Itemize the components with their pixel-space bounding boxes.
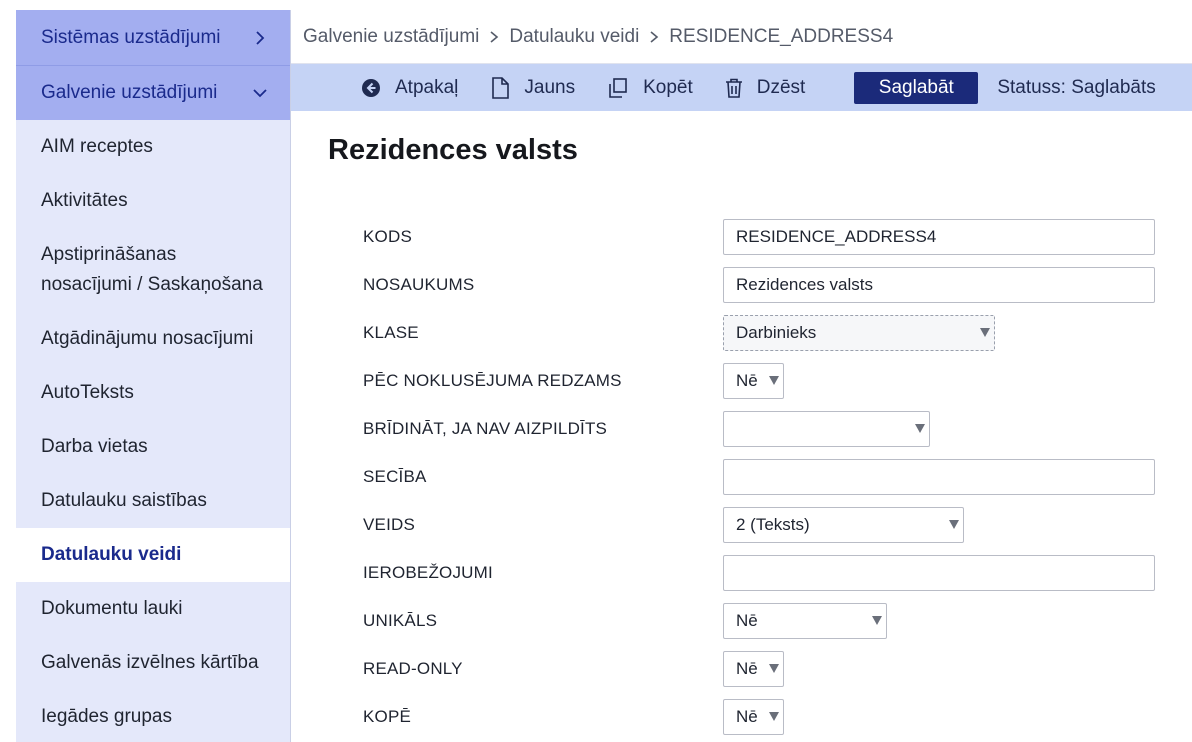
sidebar-section-label: Galvenie uzstādījumi <box>41 82 218 103</box>
page-title: Rezidences valsts <box>328 134 578 166</box>
sidebar-item-approval-conditions[interactable]: Apstiprināšanas nosacījumi / Saskaņošana <box>16 228 290 312</box>
chevron-right-icon <box>490 30 499 43</box>
sidebar-item-datafield-links[interactable]: Datulauku saistības <box>16 474 290 528</box>
sidebar-item-label: Darba vietas <box>41 436 148 457</box>
sidebar-item-workplaces[interactable]: Darba vietas <box>16 420 290 474</box>
dropdown-arrow-icon <box>769 376 779 385</box>
sidebar-item-activities[interactable]: Aktivitātes <box>16 174 290 228</box>
copy-button[interactable]: Kopēt <box>607 77 693 99</box>
field-label-class: KLASE <box>363 323 419 342</box>
breadcrumb: Galvenie uzstādījumi Datulauku veidi RES… <box>291 10 1192 64</box>
back-button[interactable]: Atpakaļ <box>361 77 458 99</box>
top-strip <box>0 0 1192 10</box>
chevron-right-icon <box>650 30 659 43</box>
status-text: Statuss: Saglabāts <box>997 76 1156 98</box>
delete-button[interactable]: Dzēst <box>725 76 806 99</box>
new-document-icon <box>492 76 510 99</box>
class-select[interactable]: Darbinieks <box>723 315 995 351</box>
unique-select-value: Nē <box>736 611 758 630</box>
field-label-order: SECĪBA <box>363 467 427 486</box>
new-label: Jauns <box>524 76 576 98</box>
sidebar-item-reminder-conditions[interactable]: Atgādinājumu nosacījumi <box>16 312 290 366</box>
field-label-name: NOSAUKUMS <box>363 275 475 294</box>
dropdown-arrow-icon <box>980 328 990 337</box>
read-only-select[interactable]: Nē <box>723 651 784 687</box>
dropdown-arrow-icon <box>915 424 925 433</box>
type-select[interactable]: 2 (Teksts) <box>723 507 964 543</box>
sidebar-item-label: Atgādinājumu nosacījumi <box>41 328 254 349</box>
sidebar-item-purchase-groups[interactable]: Iegādes grupas <box>16 690 290 742</box>
sidebar-item-label: Datulauku saistības <box>41 490 207 511</box>
sidebar-item-label: Dokumentu lauki <box>41 598 183 619</box>
sidebar-section-main-settings[interactable]: Galvenie uzstādījumi <box>16 65 290 120</box>
sidebar-item-label: Galvenās izvēlnes kārtība <box>41 652 259 673</box>
sidebar-item-label: Aktivitātes <box>41 190 128 211</box>
sidebar-item-label: AutoTeksts <box>41 382 134 403</box>
read-only-select-value: Nē <box>736 659 758 678</box>
sidebar-item-label: Datulauku veidi <box>41 544 182 565</box>
unique-select[interactable]: Nē <box>723 603 887 639</box>
type-select-value: 2 (Teksts) <box>736 515 810 534</box>
breadcrumb-item-current: RESIDENCE_ADDRESS4 <box>669 25 894 47</box>
sidebar-item-main-menu-order[interactable]: Galvenās izvēlnes kārtība <box>16 636 290 690</box>
dropdown-arrow-icon <box>872 616 882 625</box>
field-label-default-visible: PĒC NOKLUSĒJUMA REDZAMS <box>363 371 622 390</box>
field-label-copy: KOPĒ <box>363 707 412 726</box>
field-label-warn-if-empty: BRĪDINĀT, JA NAV AIZPILDĪTS <box>363 419 608 438</box>
class-select-value: Darbinieks <box>736 323 817 342</box>
default-visible-select[interactable]: Nē <box>723 363 784 399</box>
dropdown-arrow-icon <box>769 712 779 721</box>
breadcrumb-item[interactable]: Datulauku veidi <box>509 26 639 48</box>
arrow-left-circle-icon <box>362 78 380 97</box>
order-input[interactable] <box>723 459 1155 495</box>
new-button[interactable]: Jauns <box>490 77 575 99</box>
toolbar: Atpakaļ Jauns Kopēt Dzēst Saglabāt Statu… <box>291 64 1192 111</box>
copy-select-value: Nē <box>736 707 758 726</box>
field-label-restrictions: IEROBEŽOJUMI <box>363 563 493 582</box>
sidebar-item-document-fields[interactable]: Dokumentu lauki <box>16 582 290 636</box>
copy-icon <box>609 77 627 98</box>
field-label-read-only: READ-ONLY <box>363 659 463 678</box>
sidebar-item-label: AIM receptes <box>41 136 153 157</box>
back-label: Atpakaļ <box>395 76 459 98</box>
sidebar: Sistēmas uzstādījumi Galvenie uzstādījum… <box>16 10 291 742</box>
trash-icon <box>725 78 742 98</box>
sidebar-item-autotext[interactable]: AutoTeksts <box>16 366 290 420</box>
sidebar-item-label: Apstiprināšanas nosacījumi / Saskaņošana <box>41 244 263 295</box>
dropdown-arrow-icon <box>769 664 779 673</box>
sidebar-section-label: Sistēmas uzstādījumi <box>41 26 221 48</box>
field-label-unique: UNIKĀLS <box>363 611 438 630</box>
field-label-code: KODS <box>363 227 412 246</box>
default-visible-value: Nē <box>736 371 758 390</box>
restrictions-input[interactable] <box>723 555 1155 591</box>
chevron-down-icon <box>253 89 267 98</box>
name-input[interactable]: Rezidences valsts <box>723 267 1155 303</box>
dropdown-arrow-icon <box>949 520 959 529</box>
sidebar-item-label: Iegādes grupas <box>41 706 172 727</box>
sidebar-section-system-settings[interactable]: Sistēmas uzstādījumi <box>16 10 290 65</box>
field-label-type: VEIDS <box>363 515 416 534</box>
delete-label: Dzēst <box>756 76 806 98</box>
warn-if-empty-select[interactable] <box>723 411 930 447</box>
chevron-right-icon <box>256 30 265 45</box>
sidebar-item-datafield-types[interactable]: Datulauku veidi <box>16 528 290 582</box>
copy-select[interactable]: Nē <box>723 699 784 735</box>
save-button[interactable]: Saglabāt <box>854 71 979 104</box>
copy-label: Kopēt <box>643 76 693 98</box>
sidebar-item-aim-recipes[interactable]: AIM receptes <box>16 120 290 174</box>
breadcrumb-item[interactable]: Galvenie uzstādījumi <box>303 26 479 48</box>
code-input[interactable]: RESIDENCE_ADDRESS4 <box>723 219 1155 255</box>
